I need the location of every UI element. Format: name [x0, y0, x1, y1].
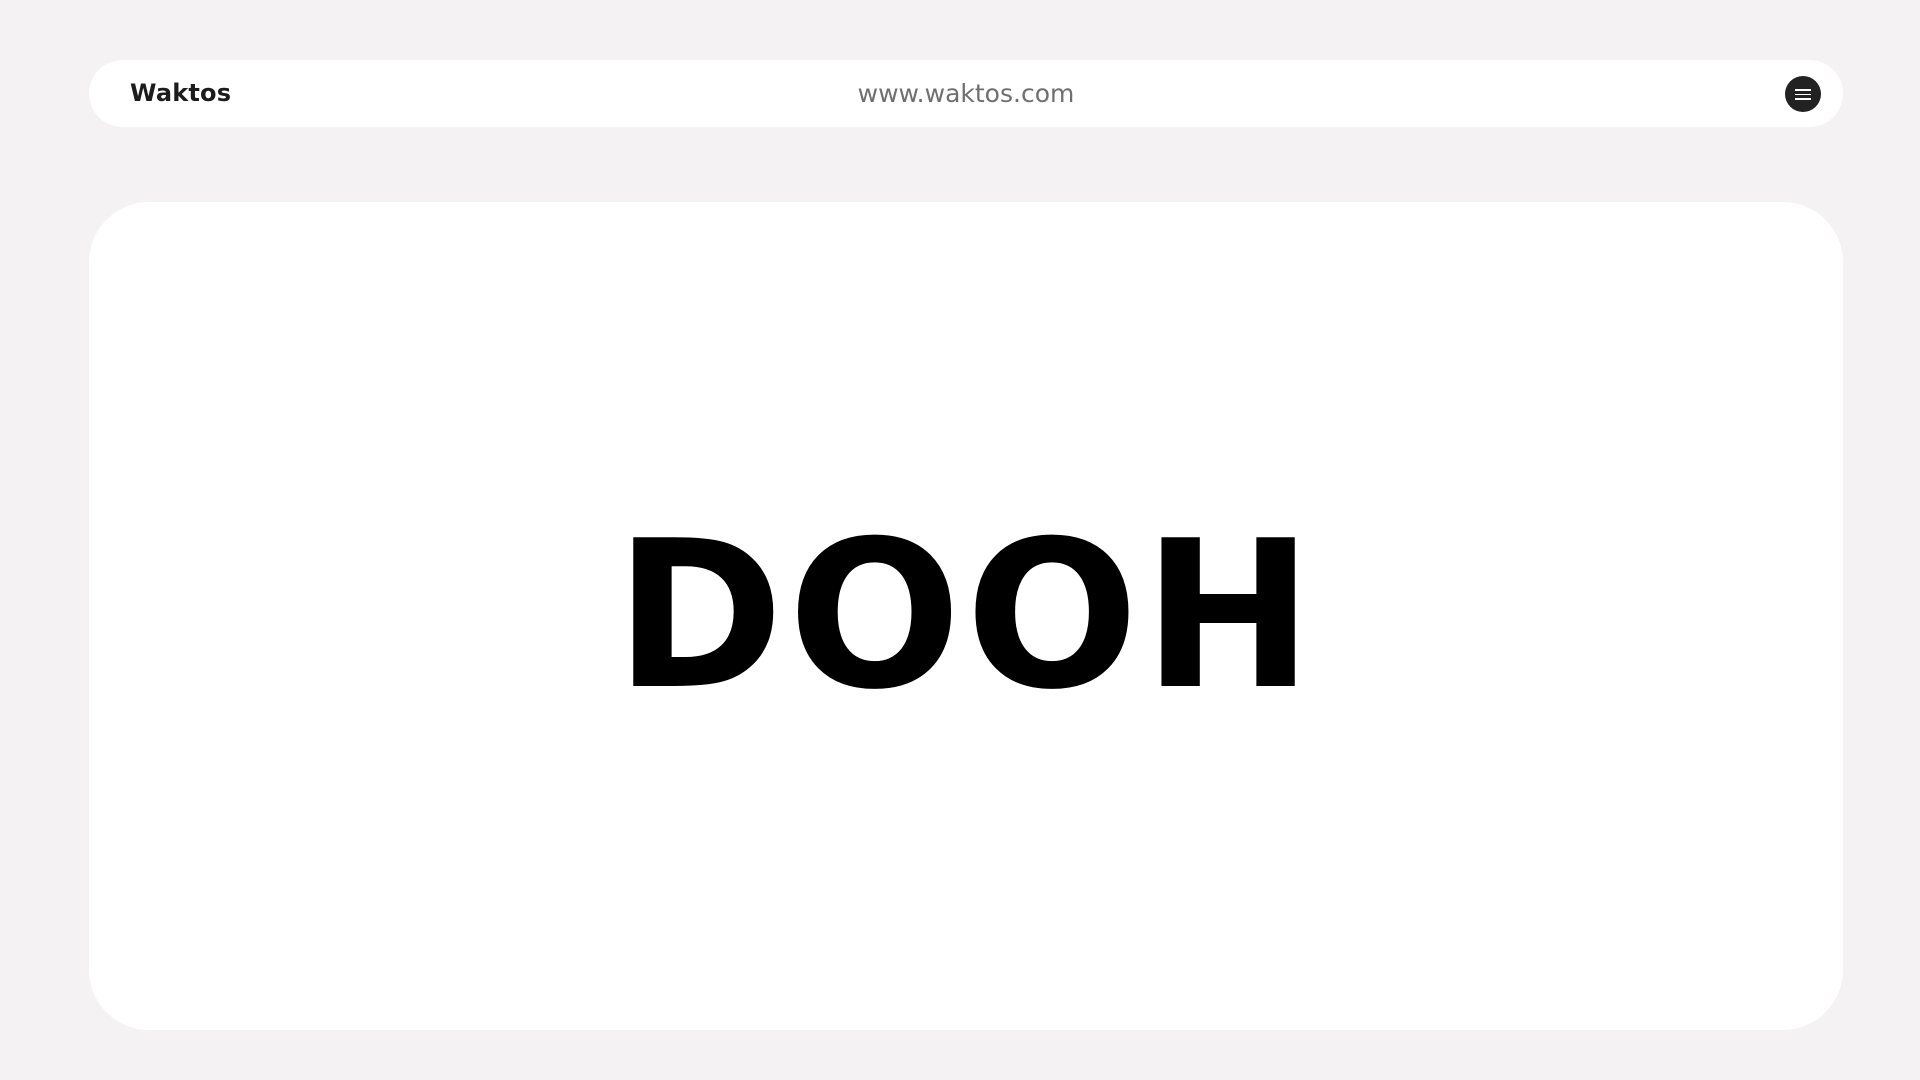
site-url: www.waktos.com [857, 79, 1075, 108]
headline: DOOH [614, 497, 1318, 735]
main-card: DOOH [89, 202, 1843, 1030]
menu-button[interactable] [1785, 76, 1821, 112]
hamburger-menu-icon [1795, 98, 1811, 100]
hamburger-menu-icon [1795, 93, 1811, 96]
top-bar: Waktos www.waktos.com [89, 60, 1843, 127]
hamburger-menu-icon [1795, 89, 1811, 91]
